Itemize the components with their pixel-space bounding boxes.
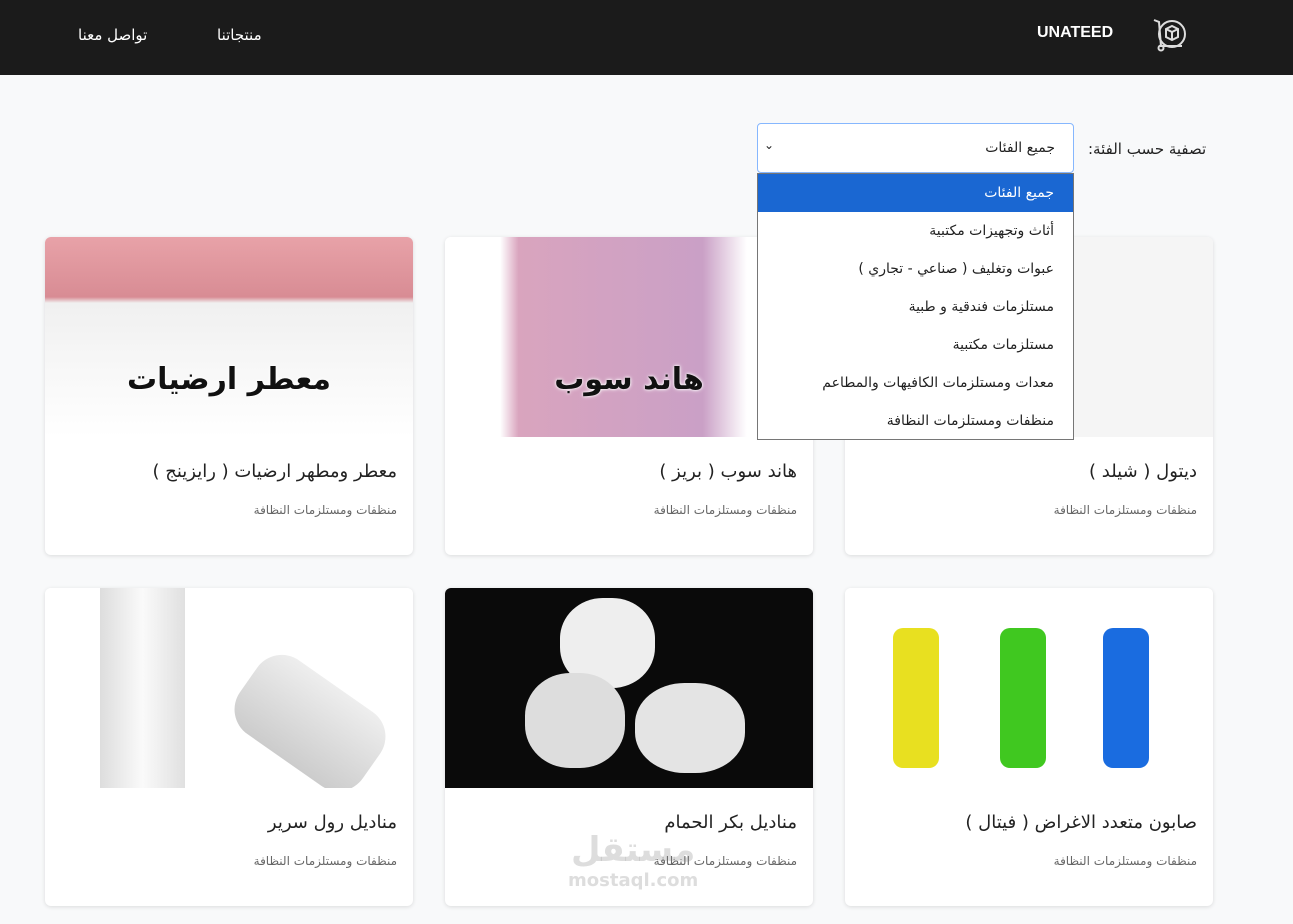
- product-image: [845, 588, 1213, 788]
- product-card[interactable]: مناديل رول سرير منظفات ومستلزمات النظافة: [45, 588, 413, 906]
- product-category: منظفات ومستلزمات النظافة: [253, 503, 397, 517]
- option-cleaning[interactable]: منظفات ومستلزمات النظافة: [758, 402, 1073, 440]
- category-select[interactable]: جميع الفئات ⌄: [757, 123, 1074, 173]
- product-title: صابون متعدد الاغراض ( فيتال ): [965, 812, 1197, 833]
- cart-box-logo-icon[interactable]: [1150, 14, 1190, 54]
- navbar: UNATEED منتجاتنا تواصل معنا: [0, 0, 1293, 75]
- filter-label: تصفية حسب الفئة:: [1088, 140, 1207, 158]
- product-title: هاند سوب ( بريز ): [659, 461, 797, 482]
- option-stationery[interactable]: مستلزمات مكتبية: [758, 326, 1073, 364]
- product-card[interactable]: صابون متعدد الاغراض ( فيتال ) منظفات ومس…: [845, 588, 1213, 906]
- chevron-down-icon: ⌄: [764, 138, 775, 152]
- product-category: منظفات ومستلزمات النظافة: [1053, 503, 1197, 517]
- image-overlay-text: معطر ارضيات: [126, 362, 332, 397]
- product-card[interactable]: معطر ارضيات معطر ومطهر ارضيات ( رايزينج …: [45, 237, 413, 555]
- watermark-latin: mostaql.com: [568, 870, 699, 891]
- product-category: منظفات ومستلزمات النظافة: [653, 503, 797, 517]
- option-all[interactable]: جميع الفئات: [758, 174, 1073, 212]
- nav-contact-link[interactable]: تواصل معنا: [78, 26, 147, 44]
- product-image: معطر ارضيات: [45, 237, 413, 437]
- product-category: منظفات ومستلزمات النظافة: [1053, 854, 1197, 868]
- product-category: منظفات ومستلزمات النظافة: [253, 854, 397, 868]
- product-image: [45, 588, 413, 788]
- option-office-furniture[interactable]: أثاث وتجهيزات مكتبية: [758, 212, 1073, 250]
- brand-name[interactable]: UNATEED: [1037, 24, 1113, 42]
- category-dropdown: جميع الفئات أثاث وتجهيزات مكتبية عبوات و…: [757, 173, 1074, 440]
- selected-category: جميع الفئات: [985, 140, 1055, 156]
- mostaql-watermark: مستقل mostaql.com: [568, 830, 698, 891]
- product-title: مناديل رول سرير: [267, 812, 397, 833]
- product-title: ديتول ( شيلد ): [1089, 461, 1197, 482]
- option-cafe-restaurant[interactable]: معدات ومستلزمات الكافيهات والمطاعم: [758, 364, 1073, 402]
- product-title: معطر ومطهر ارضيات ( رايزينج ): [152, 461, 397, 482]
- option-hotel-medical[interactable]: مستلزمات فندقية و طبية: [758, 288, 1073, 326]
- nav-products-link[interactable]: منتجاتنا: [217, 26, 262, 44]
- watermark-arabic: مستقل: [570, 830, 696, 870]
- option-packaging[interactable]: عبوات وتغليف ( صناعي - تجاري ): [758, 250, 1073, 288]
- product-image: [445, 588, 813, 788]
